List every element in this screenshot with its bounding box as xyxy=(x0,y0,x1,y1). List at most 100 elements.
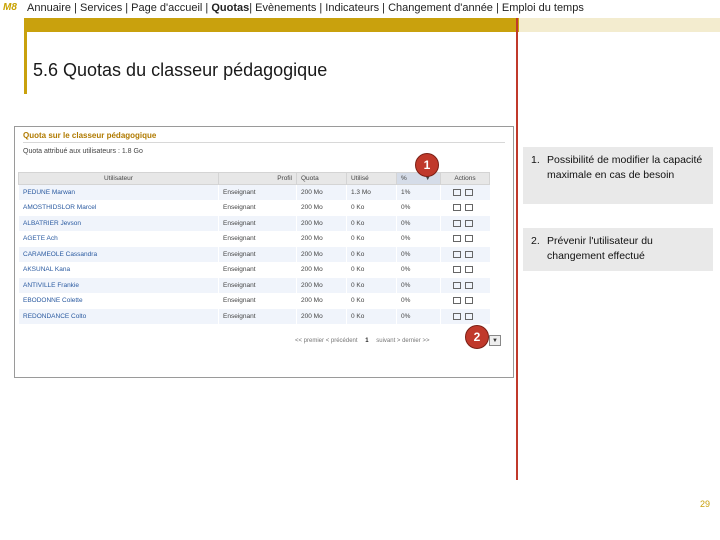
nav-links: Annuaire | Services | Page d'accueil | Q… xyxy=(27,2,584,14)
user-name-cell[interactable]: PEDUNE Marwan xyxy=(18,184,219,200)
quota-cell: 200 Mo xyxy=(296,308,347,324)
nav-annuaire[interactable]: Annuaire | xyxy=(27,2,77,14)
table-row: ANTIVILLE Frankie Enseignant 200 Mo 0 Ko 0% xyxy=(18,277,490,293)
nav-evenements-indicateurs[interactable]: | Evènements | Indicateurs | xyxy=(249,2,385,14)
mail-icon[interactable] xyxy=(465,281,474,289)
page-number: 29 xyxy=(700,499,711,509)
actions-cell xyxy=(440,184,490,200)
edit-quota-icon[interactable] xyxy=(453,266,462,274)
pager-next[interactable]: suivant > xyxy=(376,338,400,344)
edit-quota-icon[interactable] xyxy=(453,312,462,320)
page-title: 5.6 Quotas du classeur pédagogique xyxy=(33,60,328,80)
nav-emploi-du-temps[interactable]: | Emploi du temps xyxy=(496,2,584,14)
panel-title: Quota sur le classeur pédagogique xyxy=(23,131,505,143)
percent-cell: 0% xyxy=(396,231,441,247)
percent-cell: 0% xyxy=(396,246,441,262)
actions-cell xyxy=(440,200,490,216)
mail-icon[interactable] xyxy=(465,235,474,243)
actions-cell xyxy=(440,293,490,309)
right-divider-rule xyxy=(516,18,518,480)
table-row: PEDUNE Marwan Enseignant 200 Mo 1.3 Mo 1% xyxy=(18,184,490,200)
percent-cell: 0% xyxy=(396,293,441,309)
user-name-cell[interactable]: ALBATRIER Jevson xyxy=(18,215,219,231)
used-cell: 0 Ko xyxy=(346,277,397,293)
used-cell: 0 Ko xyxy=(346,262,397,278)
pager-current: 1 xyxy=(365,338,369,344)
note-2: 2. Prévenir l'utilisateur du changement … xyxy=(523,228,713,271)
quota-cell: 200 Mo xyxy=(296,293,347,309)
mail-icon[interactable] xyxy=(465,219,474,227)
mail-icon[interactable] xyxy=(465,266,474,274)
col-percent-label: % xyxy=(401,175,407,182)
quota-cell: 200 Mo xyxy=(296,200,347,216)
table-row: EBODONNE Colette Enseignant 200 Mo 0 Ko 0% xyxy=(18,293,490,309)
table-row: AMOSTHIDSLOR Marcel Enseignant 200 Mo 0 Ko 0… xyxy=(18,200,490,216)
mail-icon[interactable] xyxy=(465,188,474,196)
quota-cell: 200 Mo xyxy=(296,277,347,293)
pager-first[interactable]: << premier xyxy=(295,338,324,344)
note-1-text: Possibilité de modifier la capacité maxi… xyxy=(547,154,703,181)
profile-cell: Enseignant xyxy=(218,308,297,324)
used-cell: 0 Ko xyxy=(346,231,397,247)
percent-cell: 1% xyxy=(396,184,441,200)
col-used[interactable]: Utilisé xyxy=(346,172,397,185)
users-table: Utilisateur Profil Quota Utilisé % ▼ Acti… xyxy=(18,172,490,324)
pager-last[interactable]: dernier >> xyxy=(402,338,429,344)
nav-quotas[interactable]: Quotas xyxy=(211,2,249,14)
edit-quota-icon[interactable] xyxy=(453,297,462,305)
user-name-cell[interactable]: ANTIVILLE Frankie xyxy=(18,277,219,293)
profile-cell: Enseignant xyxy=(218,246,297,262)
note-1-number: 1. xyxy=(531,154,540,166)
used-cell: 0 Ko xyxy=(346,246,397,262)
col-user[interactable]: Utilisateur xyxy=(18,172,219,185)
mail-icon[interactable] xyxy=(465,250,474,258)
used-cell: 0 Ko xyxy=(346,200,397,216)
quota-cell: 200 Mo xyxy=(296,215,347,231)
col-profile[interactable]: Profil xyxy=(218,172,297,185)
mail-icon[interactable] xyxy=(465,204,474,212)
profile-cell: Enseignant xyxy=(218,277,297,293)
actions-cell xyxy=(440,246,490,262)
edit-quota-icon[interactable] xyxy=(453,204,462,212)
edit-quota-icon[interactable] xyxy=(453,281,462,289)
left-accent-rule xyxy=(24,18,27,94)
callout-badge-2: 2 xyxy=(465,325,489,349)
header-band xyxy=(24,18,519,32)
quota-cell: 200 Mo xyxy=(296,246,347,262)
user-name-cell[interactable]: AKSUNAL Kana xyxy=(18,262,219,278)
edit-quota-icon[interactable] xyxy=(453,188,462,196)
user-name-cell[interactable]: AMOSTHIDSLOR Marcel xyxy=(18,200,219,216)
pagination: << premier < précédent 1 suivant > derni… xyxy=(295,338,429,344)
table-row: AGETE Ach Enseignant 200 Mo 0 Ko 0% xyxy=(18,231,490,247)
used-cell: 1.3 Mo xyxy=(346,184,397,200)
col-quota[interactable]: Quota xyxy=(296,172,347,185)
nav-services-accueil[interactable]: Services | Page d'accueil | xyxy=(80,2,208,14)
percent-cell: 0% xyxy=(396,200,441,216)
note-1: 1. Possibilité de modifier la capacité m… xyxy=(523,147,713,204)
table-row: REDONDANCE Colto Enseignant 200 Mo 0 Ko 0% xyxy=(18,308,490,324)
table-row: ALBATRIER Jevson Enseignant 200 Mo 0 Ko 0% xyxy=(18,215,490,231)
edit-quota-icon[interactable] xyxy=(453,235,462,243)
user-name-cell[interactable]: REDONDANCE Colto xyxy=(18,308,219,324)
profile-cell: Enseignant xyxy=(218,262,297,278)
edit-quota-icon[interactable] xyxy=(453,250,462,258)
actions-cell xyxy=(440,231,490,247)
nav-changement-annee[interactable]: Changement d'année xyxy=(388,2,493,14)
user-name-cell[interactable]: AGETE Ach xyxy=(18,231,219,247)
quota-cell: 200 Mo xyxy=(296,262,347,278)
table-row: AKSUNAL Kana Enseignant 200 Mo 0 Ko 0% xyxy=(18,262,490,278)
mail-icon[interactable] xyxy=(465,297,474,305)
actions-cell xyxy=(440,308,490,324)
user-name-cell[interactable]: EBODONNE Colette xyxy=(18,293,219,309)
page-size-dropdown-icon[interactable]: ▼ xyxy=(489,335,501,346)
actions-cell xyxy=(440,262,490,278)
profile-cell: Enseignant xyxy=(218,215,297,231)
edit-quota-icon[interactable] xyxy=(453,219,462,227)
user-name-cell[interactable]: CARAMEOLE Cassandra xyxy=(18,246,219,262)
mail-icon[interactable] xyxy=(465,312,474,320)
used-cell: 0 Ko xyxy=(346,215,397,231)
actions-cell xyxy=(440,277,490,293)
logo: M8 xyxy=(3,2,17,13)
profile-cell: Enseignant xyxy=(218,184,297,200)
pager-previous[interactable]: < précédent xyxy=(326,338,358,344)
